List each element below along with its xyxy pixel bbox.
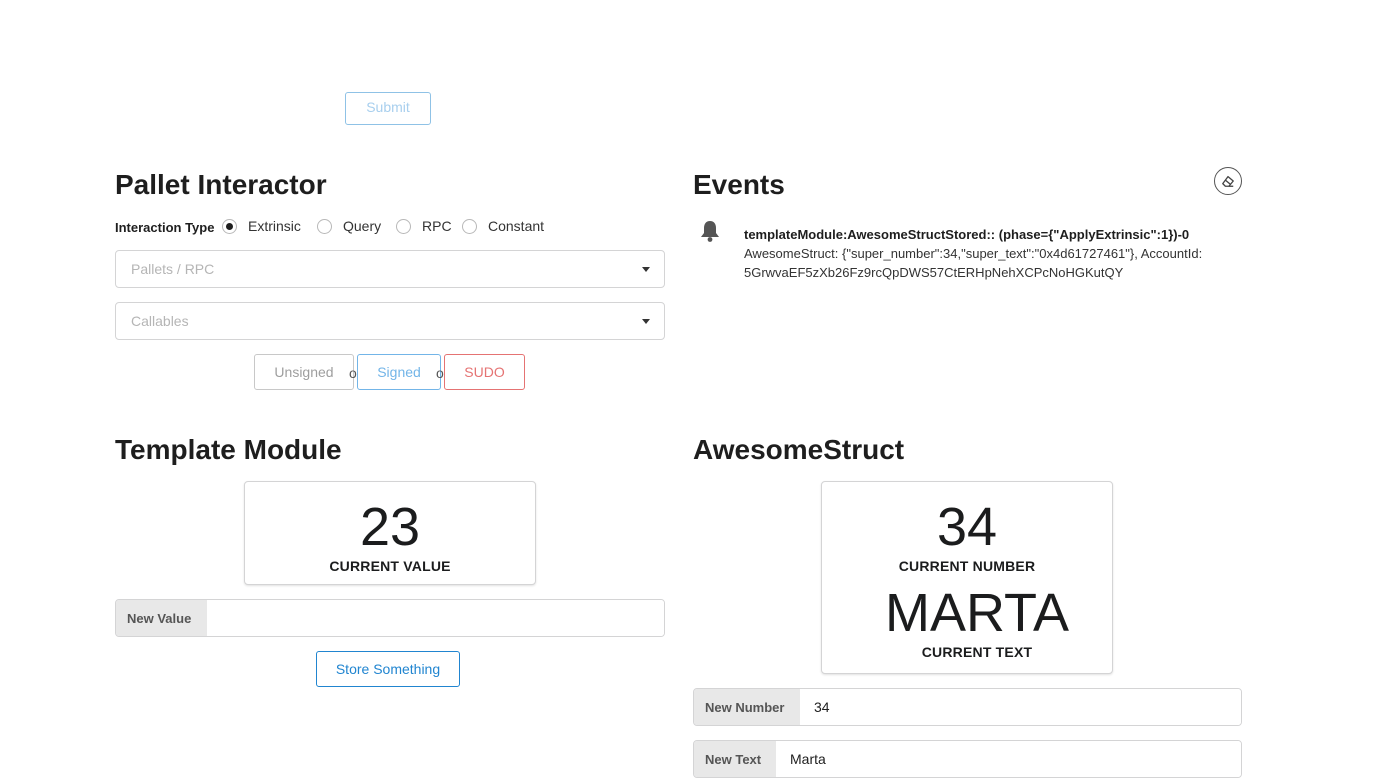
new-value-input-group: New Value — [115, 599, 665, 637]
template-module-title: Template Module — [115, 434, 342, 465]
new-value-label: New Value — [116, 600, 207, 636]
signed-button[interactable]: Signed — [357, 354, 441, 390]
new-text-input-group: New Text — [693, 740, 1242, 778]
radio-constant-indicator[interactable] — [462, 218, 477, 234]
submit-button[interactable]: Submit — [345, 92, 431, 125]
chevron-down-icon — [642, 267, 650, 272]
sudo-button[interactable]: SUDO — [444, 354, 525, 390]
radio-constant-label: Constant — [488, 218, 545, 234]
radio-extrinsic-label: Extrinsic — [248, 218, 301, 234]
current-value: 23 — [359, 497, 421, 557]
event-item: templateModule:AwesomeStructStored:: (ph… — [744, 225, 1244, 282]
radio-rpc-indicator[interactable] — [396, 218, 411, 234]
new-number-input-group: New Number — [693, 688, 1242, 726]
interaction-type-row: Interaction Type — [115, 217, 214, 237]
event-title: templateModule:AwesomeStructStored:: (ph… — [744, 227, 1190, 242]
callables-dropdown-placeholder: Callables — [131, 313, 189, 329]
new-text-label: New Text — [694, 741, 776, 777]
pallets-dropdown[interactable]: Pallets / RPC — [115, 250, 665, 288]
event-detail-line: AwesomeStruct: {"super_number":34,"super… — [744, 246, 1203, 261]
current-text-label: CURRENT TEXT — [921, 644, 1033, 660]
current-value-card: 23 CURRENT VALUE — [244, 481, 536, 585]
radio-query-indicator[interactable] — [317, 218, 332, 234]
clear-events-button[interactable] — [1214, 167, 1242, 195]
radio-extrinsic-indicator[interactable] — [222, 218, 237, 234]
eraser-icon — [1222, 175, 1234, 187]
new-number-input[interactable] — [800, 689, 1241, 725]
chevron-down-icon — [642, 319, 650, 324]
current-number: 34 — [936, 497, 998, 557]
bell-icon — [699, 219, 721, 246]
current-text: MARTA — [884, 583, 1070, 643]
new-text-input[interactable] — [776, 741, 1241, 777]
current-number-label: CURRENT NUMBER — [898, 558, 1036, 574]
radio-constant[interactable]: Constant — [462, 218, 544, 234]
callables-dropdown[interactable]: Callables — [115, 302, 665, 340]
current-value-label: CURRENT VALUE — [329, 558, 451, 574]
unsigned-button[interactable]: Unsigned — [254, 354, 354, 390]
awesome-struct-card: 34 CURRENT NUMBER MARTA CURRENT TEXT — [821, 481, 1113, 674]
pallet-interactor-title: Pallet Interactor — [115, 169, 327, 200]
new-value-input[interactable] — [207, 600, 664, 636]
radio-extrinsic[interactable]: Extrinsic — [222, 218, 301, 234]
radio-query-label: Query — [343, 218, 382, 234]
store-something-button[interactable]: Store Something — [316, 651, 460, 687]
radio-rpc[interactable]: RPC — [396, 218, 452, 234]
radio-query[interactable]: Query — [317, 218, 381, 234]
awesome-struct-title: AwesomeStruct — [693, 434, 905, 465]
pallets-dropdown-placeholder: Pallets / RPC — [131, 261, 215, 277]
event-detail-line: 5GrwvaEF5zXb26Fz9rcQpDWS57CtERHpNehXCPcN… — [744, 265, 1124, 280]
radio-rpc-label: RPC — [422, 218, 452, 234]
interaction-type-label: Interaction Type — [115, 219, 215, 235]
events-title: Events — [693, 169, 785, 200]
new-number-label: New Number — [694, 689, 800, 725]
